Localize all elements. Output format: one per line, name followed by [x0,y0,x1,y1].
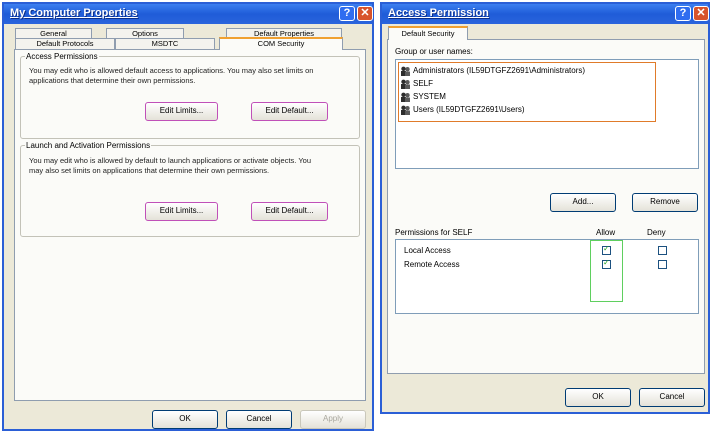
cancel-button[interactable]: Cancel [226,410,292,429]
ok-button[interactable]: OK [565,388,631,407]
access-permissions-legend: Access Permissions [26,52,98,61]
tab-panel: Group or user names: Administrators (IL5… [387,39,705,374]
user-item[interactable]: Users (IL59DTGFZ2691\Users) [400,103,525,116]
add-button[interactable]: Add... [550,193,616,212]
remove-button[interactable]: Remove [632,193,698,212]
remote-access-deny-checkbox[interactable] [658,260,667,269]
user-group-icon [400,105,411,115]
tab-panel: Access Permissions You may edit who is a… [14,49,366,401]
tab-msdtc[interactable]: MSDTC [115,38,215,49]
access-edit-limits-button[interactable]: Edit Limits... [145,102,218,121]
help-button[interactable]: ? [675,6,691,21]
close-button[interactable]: ✕ [693,6,709,21]
title-bar[interactable]: My Computer Properties ? ✕ [4,4,373,24]
launch-permissions-description: You may edit who is allowed by default t… [29,156,311,175]
ok-button[interactable]: OK [152,410,218,429]
local-access-deny-checkbox[interactable] [658,246,667,255]
user-name: SYSTEM [413,92,446,101]
help-button[interactable]: ? [339,6,355,21]
user-item[interactable]: SELF [400,77,433,90]
user-name: Users (IL59DTGFZ2691\Users) [413,105,525,114]
user-group-icon [400,66,411,76]
window-title: Access Permission [388,7,489,19]
permission-name: Remote Access [404,260,460,269]
cancel-button[interactable]: Cancel [639,388,705,407]
user-item[interactable]: Administrators (IL59DTGFZ2691\Administra… [400,64,585,77]
deny-column-header: Deny [647,228,666,237]
access-permission-window: Access Permission ? ✕ Default Security G… [380,2,710,414]
permissions-for-label: Permissions for SELF [395,228,473,237]
title-bar[interactable]: Access Permission ? ✕ [382,4,709,24]
launch-permissions-legend: Launch and Activation Permissions [26,141,151,150]
user-group-icon [400,79,411,89]
tab-default-security[interactable]: Default Security [388,26,468,40]
remote-access-allow-checkbox[interactable]: ✓ [602,258,611,269]
allow-column-header: Allow [596,228,616,237]
apply-button[interactable]: Apply [300,410,366,429]
user-group-icon [400,92,411,102]
user-item[interactable]: SYSTEM [400,90,446,103]
tab-com-security[interactable]: COM Security [219,37,343,50]
permission-name: Local Access [404,246,451,255]
window-title: My Computer Properties [10,7,138,19]
user-list[interactable]: Administrators (IL59DTGFZ2691\Administra… [395,59,699,169]
local-access-allow-checkbox[interactable]: ✓ [602,244,611,255]
my-computer-properties-window: My Computer Properties ? ✕ General Optio… [2,2,374,431]
checkmark-icon: ✓ [603,258,610,267]
launch-edit-default-button[interactable]: Edit Default... [251,202,328,221]
user-name: Administrators (IL59DTGFZ2691\Administra… [413,66,586,75]
permissions-list: Local Access ✓ Remote Access ✓ [395,239,699,314]
launch-edit-limits-button[interactable]: Edit Limits... [145,202,218,221]
close-button[interactable]: ✕ [357,6,373,21]
access-edit-default-button[interactable]: Edit Default... [251,102,328,121]
user-name: SELF [413,79,434,88]
group-or-user-names-label: Group or user names: [395,47,473,56]
access-permissions-description: You may edit who is allowed default acce… [29,66,314,85]
checkmark-icon: ✓ [603,244,610,253]
tab-default-protocols[interactable]: Default Protocols [15,38,115,49]
